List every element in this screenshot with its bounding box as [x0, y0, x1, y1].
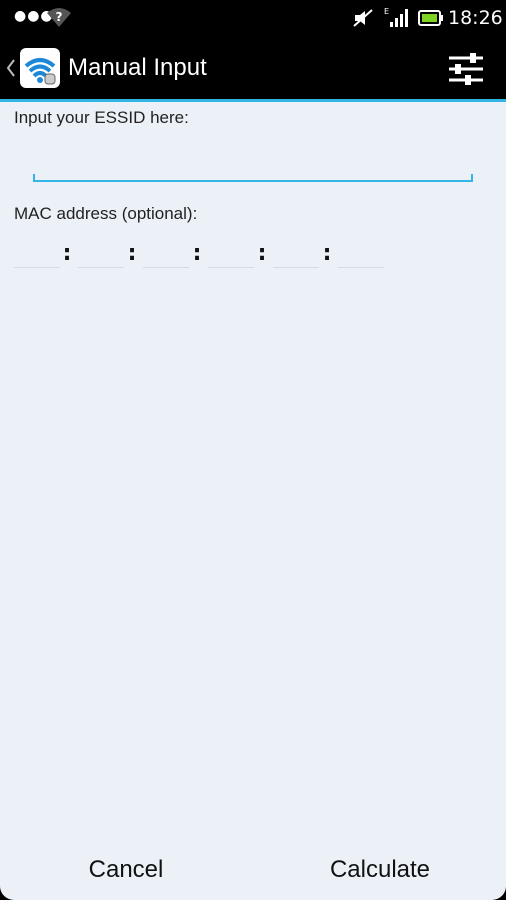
wifi-unknown-icon: ?: [47, 8, 71, 27]
mac-octet-6-input[interactable]: [338, 240, 384, 268]
mac-separator: :: [192, 241, 202, 266]
essid-input-tick-right: [471, 174, 473, 182]
mac-separator: :: [127, 241, 137, 266]
mac-label: MAC address (optional):: [14, 204, 198, 223]
settings-sliders-icon[interactable]: [446, 50, 486, 88]
mac-octet-2-input[interactable]: [78, 240, 124, 268]
mac-octet-1-input[interactable]: [14, 240, 60, 268]
back-chevron-icon[interactable]: [5, 58, 17, 78]
essid-input[interactable]: [33, 152, 473, 182]
mac-separator: :: [322, 241, 332, 266]
essid-field-wrapper: [33, 152, 473, 182]
page-title: Manual Input: [68, 54, 207, 81]
manual-input-form: Input your ESSID here: MAC address (opti…: [0, 102, 506, 900]
svg-text:?: ?: [56, 10, 63, 24]
status-bar: ●●● ? E 18:26: [0, 0, 506, 36]
wifi-app-icon[interactable]: [20, 48, 60, 88]
mac-separator: :: [62, 241, 72, 266]
battery-icon: [418, 10, 443, 26]
mac-octet-5-input[interactable]: [273, 240, 319, 268]
mac-address-row: : : : : :: [14, 240, 386, 268]
mute-icon: [353, 9, 373, 27]
essid-label: Input your ESSID here:: [14, 108, 189, 127]
essid-input-tick-left: [33, 174, 35, 182]
mac-octet-4-input[interactable]: [208, 240, 254, 268]
signal-icon: E: [384, 7, 408, 27]
action-bar: Manual Input: [0, 36, 506, 102]
mac-separator: :: [257, 241, 267, 266]
svg-text:E: E: [384, 7, 389, 16]
calculate-button[interactable]: Calculate: [294, 850, 466, 890]
clock: 18:26: [448, 7, 503, 29]
mac-octet-3-input[interactable]: [143, 240, 189, 268]
cancel-button[interactable]: Cancel: [40, 850, 212, 890]
